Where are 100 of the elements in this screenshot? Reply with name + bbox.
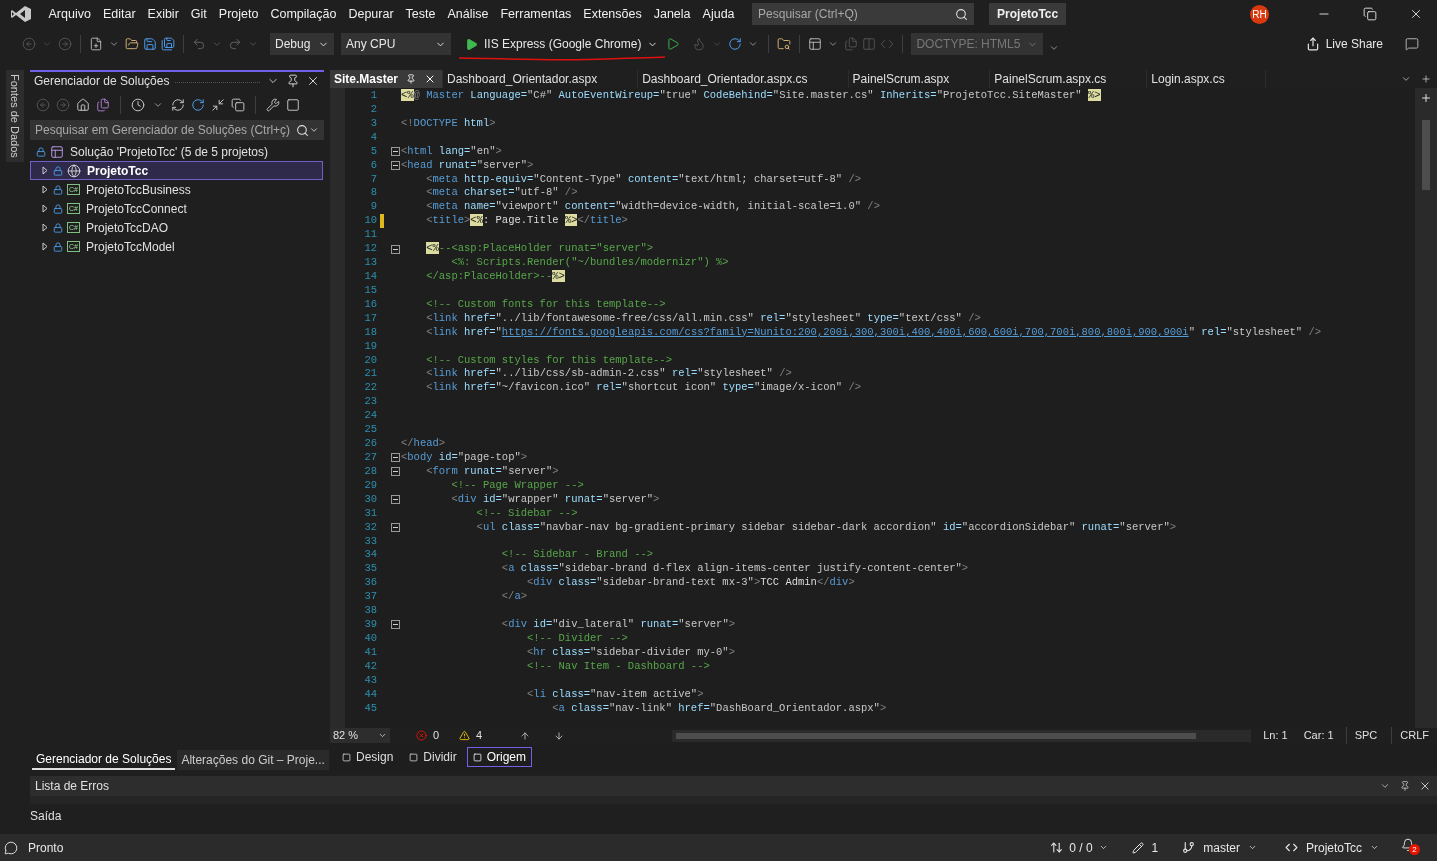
feedback-icon[interactable] — [1405, 37, 1419, 51]
git-changes-indicator[interactable]: 0 / 0 — [1050, 838, 1108, 857]
collapse-icon[interactable] — [391, 620, 400, 630]
menu-item[interactable]: Teste — [400, 4, 441, 24]
search-field[interactable]: Pesquisar (Ctrl+Q) — [752, 3, 975, 25]
warning-icon[interactable] — [459, 730, 470, 741]
start-without-debugging-icon[interactable] — [666, 37, 681, 51]
new-file-icon[interactable] — [89, 37, 103, 51]
menu-item[interactable]: Ajuda — [697, 4, 740, 24]
collapse-icon[interactable] — [391, 495, 400, 505]
share-icon[interactable] — [1305, 37, 1320, 51]
error-count[interactable]: 0 — [432, 727, 439, 744]
browser-icon[interactable] — [808, 37, 823, 51]
play-icon[interactable] — [465, 37, 478, 51]
run-button[interactable]: IIS Express (Google Chrome) — [461, 33, 663, 55]
show-all-files-icon[interactable] — [231, 98, 245, 112]
indent-indicator[interactable]: SPC — [1345, 727, 1386, 744]
search-field[interactable]: Pesquisar em Gerenciador de Soluções (Ctrl+ç) — [30, 120, 324, 140]
preview-icon[interactable] — [286, 98, 300, 112]
save-icon[interactable] — [143, 37, 157, 51]
scroll-thumb[interactable] — [676, 732, 1197, 739]
collapsed-arrow-icon[interactable] — [41, 204, 49, 213]
line-ending-indicator[interactable]: CRLF — [1391, 727, 1437, 744]
open-folder-icon[interactable] — [125, 37, 139, 51]
menu-item[interactable]: Compilação — [265, 4, 342, 24]
branch-icon[interactable] — [1182, 841, 1196, 854]
pin-icon[interactable] — [406, 74, 417, 84]
vertical-scrollbar[interactable] — [1415, 88, 1437, 728]
search-icon[interactable] — [955, 7, 969, 21]
dropdown-caret-icon[interactable] — [1098, 843, 1108, 852]
dropdown-caret-icon[interactable] — [309, 125, 319, 135]
horizontal-scrollbar[interactable] — [672, 729, 1252, 742]
view-icon[interactable] — [409, 752, 419, 762]
close-icon[interactable] — [1409, 7, 1423, 21]
collapse-icon[interactable] — [391, 523, 400, 533]
scroll-thumb[interactable] — [1422, 120, 1430, 190]
collapse-all-icon[interactable] — [211, 98, 225, 112]
menu-item[interactable]: Editar — [97, 4, 141, 24]
panel-tab[interactable]: Alterações do Git – Proje... — [177, 750, 329, 770]
menu-item[interactable]: Depurar — [343, 4, 399, 24]
dropdown-caret-icon[interactable] — [377, 731, 387, 740]
dropdown-caret-icon[interactable] — [1370, 843, 1379, 852]
platform-dropdown[interactable]: Any CPU — [341, 33, 451, 55]
sync-icon[interactable] — [171, 98, 185, 112]
repository-selector[interactable]: ProjetoTcc — [1284, 838, 1379, 857]
collapse-icon[interactable] — [391, 147, 400, 157]
refresh-icon[interactable] — [728, 37, 743, 51]
refresh-icon[interactable] — [191, 98, 205, 112]
split-window-icon[interactable] — [1420, 92, 1432, 104]
view-tab[interactable]: Origem — [466, 747, 533, 767]
view-tab[interactable]: Dividir — [403, 747, 463, 767]
view-icon[interactable] — [342, 752, 351, 762]
menu-item[interactable]: Projeto — [213, 4, 264, 24]
menu-item[interactable]: Exibir — [142, 4, 184, 24]
close-icon[interactable] — [1418, 779, 1432, 793]
branch-selector[interactable]: master — [1182, 838, 1257, 857]
edits-indicator[interactable]: 1 — [1131, 838, 1159, 857]
live-share-button[interactable]: Live Share — [1305, 35, 1383, 53]
save-all-icon[interactable] — [161, 37, 175, 51]
web-project-icon — [67, 163, 81, 178]
warning-count[interactable]: 4 — [476, 727, 483, 744]
home-icon[interactable] — [76, 98, 90, 112]
tree-item[interactable]: ProjetoTcc — [30, 161, 323, 180]
user-avatar[interactable]: RH — [1250, 4, 1269, 24]
error-icon[interactable] — [415, 730, 427, 741]
menu-item[interactable]: Extensões — [578, 4, 647, 24]
pin-icon[interactable] — [286, 74, 300, 88]
panel-tab[interactable]: Gerenciador de Soluções — [32, 750, 176, 770]
collapse-icon[interactable] — [391, 453, 400, 463]
dropdown-caret-icon[interactable] — [1247, 843, 1257, 852]
close-icon[interactable] — [306, 74, 320, 88]
collapsed-arrow-icon[interactable] — [41, 185, 49, 194]
change-marker — [380, 214, 384, 229]
collapsed-arrow-icon[interactable] — [41, 242, 49, 251]
folder-search-icon[interactable] — [777, 37, 792, 51]
pending-changes-icon[interactable] — [131, 98, 145, 112]
side-panel-tab[interactable]: Fontes de Dados — [6, 70, 24, 162]
notification-icon[interactable] — [1401, 838, 1415, 852]
properties-icon[interactable] — [266, 98, 280, 112]
tree-item[interactable]: Solução 'ProjetoTcc' (5 de 5 projetos) — [30, 142, 323, 161]
menu-item[interactable]: Análise — [442, 4, 494, 24]
switch-views-icon[interactable] — [96, 98, 110, 112]
configuration-dropdown[interactable]: Debug — [270, 33, 334, 55]
sync-arrows-icon[interactable] — [1050, 841, 1064, 854]
menu-item[interactable]: Git — [185, 4, 212, 24]
restore-icon[interactable] — [1363, 7, 1377, 21]
zoom-dropdown[interactable]: 82 % — [330, 728, 390, 743]
repository-icon[interactable] — [1284, 841, 1298, 854]
panel-tab[interactable]: Saída — [30, 807, 62, 825]
collapsed-arrow-icon[interactable] — [41, 223, 49, 232]
collapsed-arrow-icon[interactable] — [41, 166, 49, 175]
collapse-icon[interactable] — [391, 467, 400, 477]
menu-item[interactable]: Janela — [648, 4, 696, 24]
document-tab[interactable]: Site.Master — [330, 70, 444, 88]
menu-item[interactable]: Arquivo — [43, 4, 96, 24]
collapse-icon[interactable] — [391, 244, 400, 254]
pencil-icon[interactable] — [1131, 841, 1144, 854]
collapse-icon[interactable] — [391, 161, 400, 171]
view-tab[interactable]: Design — [336, 747, 400, 767]
menu-item[interactable]: Ferramentas — [495, 4, 577, 24]
